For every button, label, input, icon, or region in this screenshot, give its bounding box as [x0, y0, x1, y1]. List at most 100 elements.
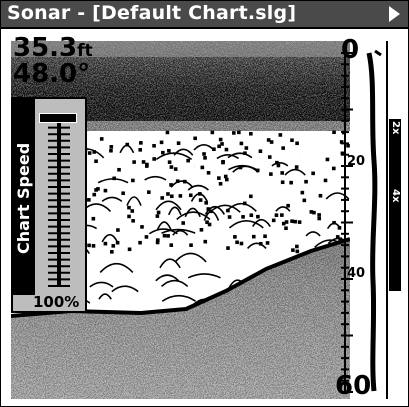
sonar-speck [300, 190, 305, 195]
sonar-speck [87, 151, 92, 155]
sonar-speck [109, 148, 113, 153]
sonar-speck [267, 155, 272, 159]
sonar-speck [218, 181, 223, 186]
sonar-speck [186, 158, 190, 163]
depth-scale-20: 20 [347, 154, 366, 169]
sonar-speck [317, 213, 321, 217]
sonar-speck [103, 188, 108, 193]
sonar-speck [189, 243, 193, 247]
sonar-speck [220, 142, 224, 146]
sonar-speck [269, 172, 273, 176]
sonar-speck [258, 242, 263, 246]
sonar-speck [226, 246, 230, 250]
sonar-speck [278, 133, 283, 137]
sonar-speck [241, 215, 245, 219]
sonar-speck [256, 214, 260, 219]
sonar-speck [109, 145, 114, 149]
depth-unit: ft [77, 41, 93, 61]
sonar-speck [202, 152, 206, 156]
sonar-speck [249, 131, 253, 136]
sonar-speck [206, 171, 211, 175]
chart-speed-slider-thumb[interactable] [39, 113, 77, 123]
depth-readout: 35.3ft [13, 35, 93, 61]
sonar-speck [251, 234, 256, 239]
sonar-speck [244, 146, 249, 150]
sonar-speck [131, 218, 135, 223]
depth-scale-40: 40 [347, 266, 366, 281]
sonar-speck [161, 150, 165, 155]
sonar-speck [87, 198, 91, 202]
sonar-speck [332, 130, 336, 135]
sonar-speck [271, 218, 276, 223]
sonar-speck [117, 167, 121, 172]
sonar-speck [152, 143, 156, 148]
sonar-speck [224, 177, 229, 182]
sonar-speck [304, 179, 308, 184]
sonar-speck [237, 130, 241, 135]
sonar-speck [290, 138, 294, 143]
sonar-speck [167, 148, 171, 153]
sonar-speck [293, 219, 297, 224]
temperature-readout: 48.0° [13, 59, 91, 89]
menu-arrow-icon[interactable] [389, 6, 400, 22]
sonar-speck [233, 235, 237, 239]
sonar-speck [141, 160, 146, 164]
zoom-indicator[interactable]: 2x 4x [389, 119, 401, 291]
chart-speed-value: 100% [33, 293, 80, 311]
sonar-speck [140, 225, 144, 229]
sonar-speck [204, 201, 209, 205]
sonar-speck [121, 191, 125, 196]
sonar-speck [238, 165, 243, 170]
chart-speed-slider-track[interactable] [46, 113, 72, 291]
sonar-speck [232, 131, 236, 135]
sonar-speck [302, 198, 307, 203]
sonar-speck [166, 192, 170, 196]
sonar-speck [162, 233, 167, 238]
chart-speed-title: Chart Speed [14, 142, 33, 254]
sonar-speck [276, 163, 281, 168]
sonar-speck [291, 248, 295, 252]
sonar-speck [167, 160, 172, 164]
sonar-speck [210, 130, 215, 135]
sonar-speck [91, 216, 96, 221]
sonar-speck [155, 214, 160, 218]
sonar-speck [227, 215, 232, 219]
sonar-speck [160, 196, 165, 200]
sonar-speck [92, 150, 97, 154]
sonar-speck [280, 171, 284, 175]
sonar-speck [200, 165, 205, 170]
sonar-speck [295, 141, 299, 146]
sonar-speck [317, 216, 322, 221]
sonar-speck [221, 160, 225, 165]
sonar-speck [175, 179, 180, 183]
sonar-speck [99, 137, 104, 141]
sonar-speck [281, 146, 285, 150]
sonar-speck [145, 162, 149, 167]
sonar-speck [127, 205, 131, 210]
sonar-speck [199, 227, 204, 232]
sonar-speck [159, 140, 164, 145]
sonar-speck [274, 213, 279, 217]
sonar-speck [198, 198, 203, 202]
sonar-speck [294, 165, 299, 169]
sonar-speck [280, 180, 285, 185]
sonar-speck [111, 244, 116, 248]
sonar-speck [318, 193, 323, 198]
sonar-speck [297, 220, 302, 224]
sonar-speck [249, 194, 253, 199]
sonar-speck [217, 176, 221, 180]
sonar-speck [325, 157, 330, 162]
sonar-speck [165, 130, 170, 135]
sonar-speck [323, 178, 328, 183]
sonar-speck [169, 183, 173, 187]
chart-speed-title-bar: Chart Speed [13, 99, 35, 295]
depth-scale-bottom: 60 [335, 371, 372, 401]
sonar-speck [224, 147, 229, 152]
sonar-speck [266, 138, 271, 142]
sonar-speck [94, 188, 98, 192]
sonar-speck [181, 221, 186, 225]
sonar-speck [295, 249, 300, 254]
sonar-speck [243, 151, 247, 156]
sonar-speck [226, 208, 230, 213]
sonar-window: Sonar - [Default Chart.slg] 35.3ft 48.0°… [0, 0, 409, 407]
